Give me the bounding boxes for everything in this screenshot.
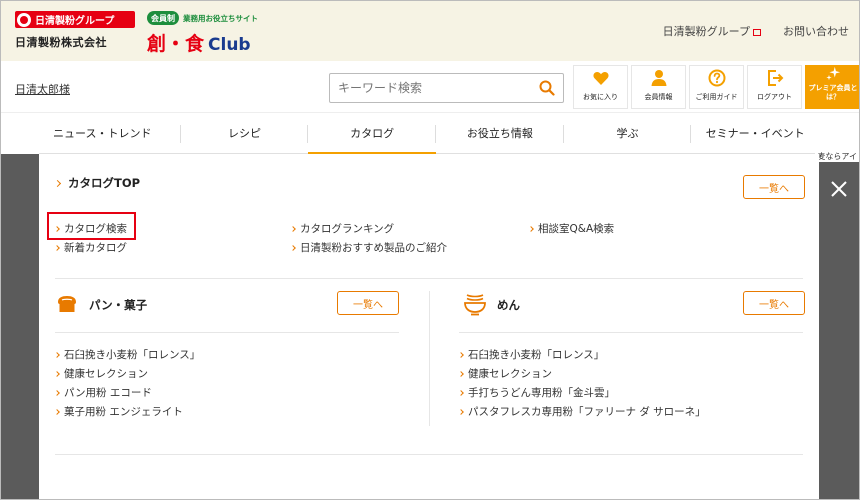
noodle-bowl-icon [464,294,486,316]
club-kanji: 創・食 [147,33,205,55]
men-list-button[interactable]: 一覧へ [743,291,805,315]
member-info-label: 会員情報 [644,93,673,101]
divider [55,332,399,333]
qa-search-link[interactable]: 相談室Q&A検索 [528,221,614,236]
group-site-link[interactable]: 日清製粉グループ [663,23,750,39]
nissin-mark-icon [17,12,31,27]
close-icon[interactable] [829,179,849,199]
member-info-button[interactable]: 会員情報 [631,65,686,109]
sparkle-icon [826,66,841,81]
contact-link[interactable]: お問い合わせ [783,23,849,39]
divider [55,278,803,279]
catalog-menu-panel: カタログTOP 一覧へ カタログ検索 カタログランキング 相談室Q&A検索 新着… [39,154,819,499]
member-badge: 会員制 [147,11,179,25]
page-frame: 日清製粉グループ 日清製粉株式会社 会員制 業務用お役立ちサイト 創・食 Clu… [0,0,860,500]
catalog-search-link[interactable]: カタログ検索 [54,221,127,236]
pan-link-ecode[interactable]: パン用粉 エコード [54,385,152,400]
pan-list-button[interactable]: 一覧へ [337,291,399,315]
nav-catalog[interactable]: カタログ [308,113,437,154]
site-header: 日清製粉グループ 日清製粉株式会社 会員制 業務用お役立ちサイト 創・食 Clu… [1,1,859,61]
main-nav: ニュース・トレンド レシピ カタログ お役立ち情報 学ぶ セミナー・イベント [39,113,819,154]
user-bar: 日清太郎様 お気に入り 会員情報 [1,61,859,113]
heart-icon [592,72,609,85]
favorites-button[interactable]: お気に入り [573,65,628,109]
nav-learn[interactable]: 学ぶ [564,113,692,153]
premium-label: プレミア会員とは？ [808,84,858,101]
catalog-top-list-button[interactable]: 一覧へ [743,175,805,199]
club-logo[interactable]: 会員制 業務用お役立ちサイト 創・食 Club [147,11,297,56]
bread-icon [58,296,76,312]
logout-button[interactable]: ログアウト [747,65,802,109]
company-name: 日清製粉株式会社 [15,36,107,49]
nav-news-trend[interactable]: ニュース・トレンド [39,113,181,153]
men-title[interactable]: めん [497,297,520,313]
nissin-logo[interactable]: 日清製粉グループ 日清製粉株式会社 [15,11,135,50]
top-links: 日清製粉グループ お問い合わせ [663,23,849,39]
icon-button-group: お気に入り 会員情報 ご利用ガイド ログアウト プレミア会員とは？ [573,65,859,109]
search-icon[interactable] [539,80,555,96]
help-icon [708,69,725,87]
nav-useful-info[interactable]: お役立ち情報 [436,113,564,153]
nav-seminar-event[interactable]: セミナー・イベント [691,113,819,153]
background-peek-text: 麦ならアイ [815,151,859,162]
catalog-top-link[interactable]: カタログTOP [53,175,140,191]
brand-group-label: 日清製粉グループ [35,16,115,27]
person-icon [651,70,666,86]
column-divider [429,291,430,426]
divider [459,332,803,333]
men-link-health-selection[interactable]: 健康セレクション [458,366,552,381]
men-link-farina-da-salone[interactable]: パスタフレスカ専用粉「ファリーナ ダ サローネ」 [458,404,706,419]
search-box [329,73,564,103]
pan-link-angelite[interactable]: 菓子用粉 エンジェライト [54,404,183,419]
recommended-products-link[interactable]: 日清製粉おすすめ製品のご紹介 [290,240,447,255]
club-latin: Club [208,35,251,55]
pan-kashi-title[interactable]: パン・菓子 [89,297,147,313]
external-link-icon [753,28,761,36]
chevron-right-icon [53,179,62,188]
user-name-link[interactable]: 日清太郎様 [15,81,70,97]
men-link-kintoun[interactable]: 手打ちうどん専用粉「金斗雲」 [458,385,615,400]
group-badge: 日清製粉グループ [15,11,135,28]
guide-label: ご利用ガイド [695,93,738,101]
favorites-label: お気に入り [583,93,618,101]
premium-info-button[interactable]: プレミア会員とは？ [805,65,859,109]
guide-button[interactable]: ご利用ガイド [689,65,744,109]
men-link-lorence[interactable]: 石臼挽き小麦粉「ロレンス」 [458,347,604,362]
tagline: 業務用お役立ちサイト [183,13,258,23]
logout-icon [767,70,783,86]
pan-link-health-selection[interactable]: 健康セレクション [54,366,148,381]
pan-link-lorence[interactable]: 石臼挽き小麦粉「ロレンス」 [54,347,200,362]
logout-label: ログアウト [757,93,792,101]
search-input[interactable] [330,74,530,102]
catalog-ranking-link[interactable]: カタログランキング [290,221,394,236]
new-catalog-link[interactable]: 新着カタログ [54,240,127,255]
divider [55,454,803,455]
nav-recipe[interactable]: レシピ [181,113,309,153]
